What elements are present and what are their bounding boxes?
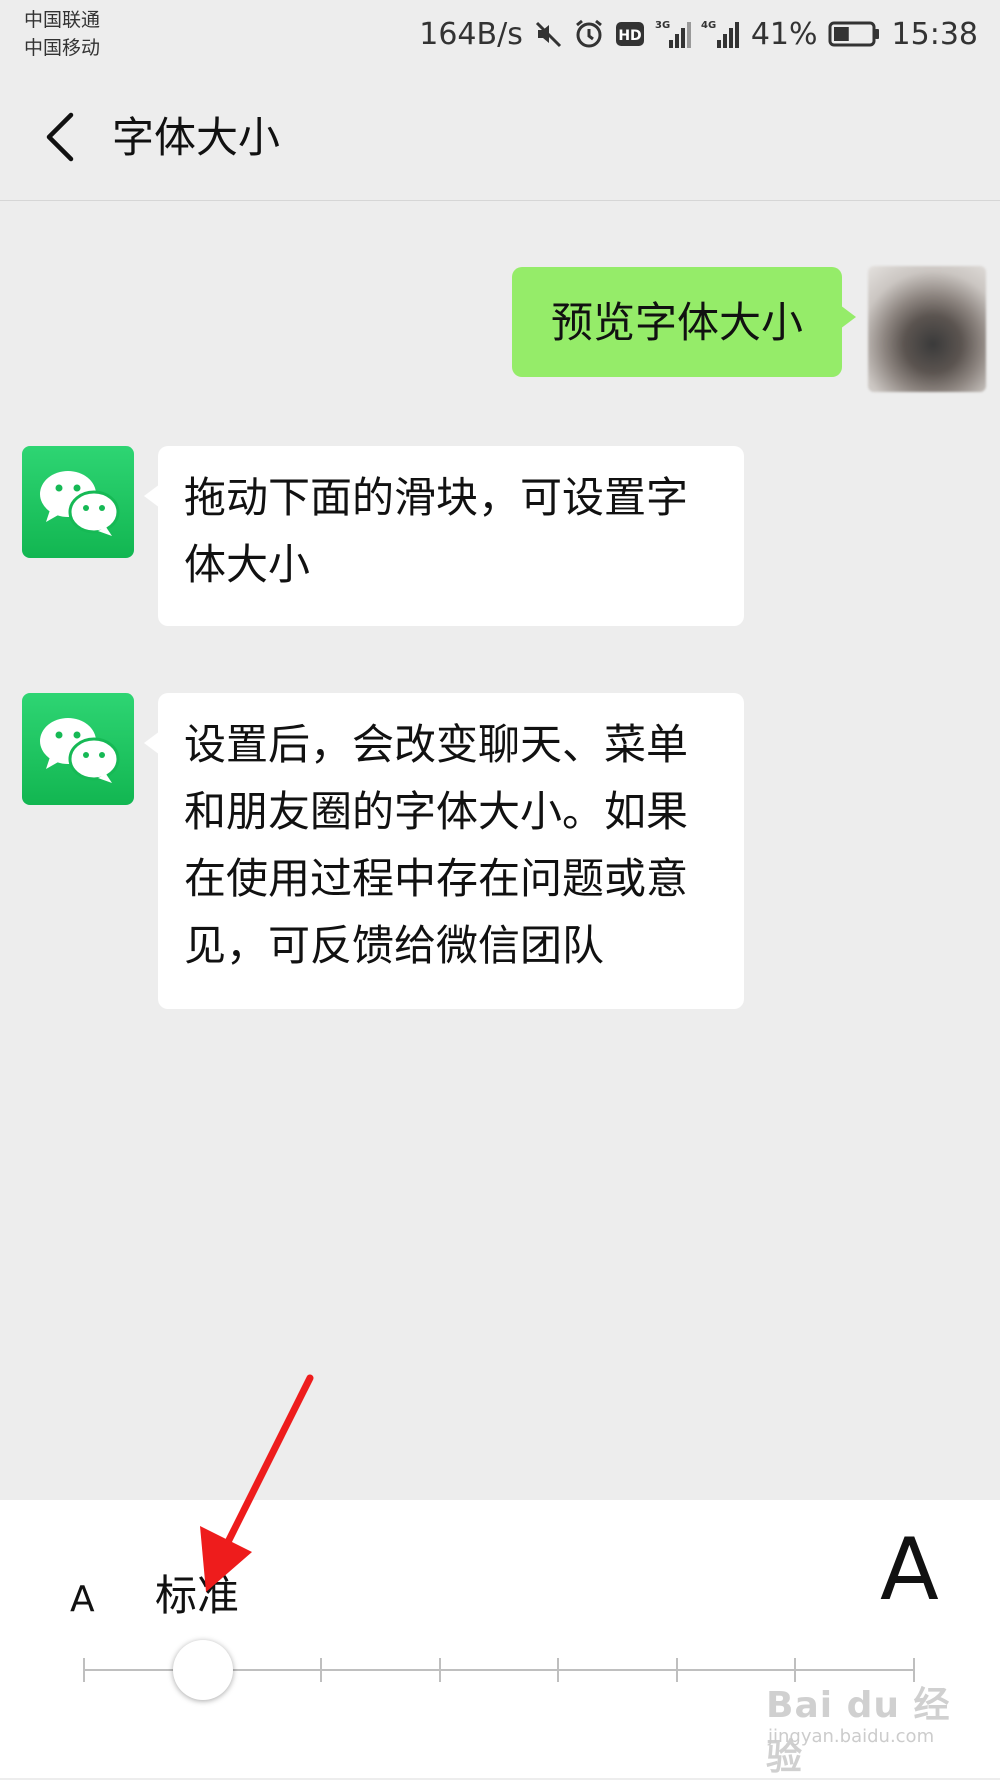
net-speed: 164B/s [419,16,523,52]
message-text: 预览字体大小 [550,297,803,347]
page-title: 字体大小 [112,113,281,162]
slider-tick[interactable] [320,1658,323,1682]
wechat-logo-icon [40,718,120,783]
message-text: 设置后，会改变聊天、菜单和朋友圈的字体大小。如果在使用过程中存在问题或意见，可反… [184,720,689,970]
mute-icon [533,19,563,49]
wechat-message-bubble: 设置后，会改变聊天、菜单和朋友圈的字体大小。如果在使用过程中存在问题或意见，可反… [144,693,744,1009]
wechat-logo-icon [40,471,120,536]
status-icons: 164B/s HD 3G 4G 41% 15:38 [419,14,978,54]
back-button[interactable] [30,102,90,172]
large-font-label: A [880,1520,939,1620]
small-font-label: A [70,1579,95,1620]
slider-tick[interactable] [438,1658,441,1682]
my-message-bubble: 预览字体大小 [512,267,856,377]
current-level-label: 标准 [155,1571,240,1620]
baidu-jingyan-watermark: Bai du 经验 jingyan.baidu.com [766,1676,956,1778]
signal-2-label: 4G [701,20,716,31]
signal-1-label: 3G [655,20,670,31]
hd-label: HD [618,28,641,44]
signal-3g-icon: 3G [655,18,691,50]
wechat-message-bubble: 拖动下面的滑块，可设置字体大小 [144,446,744,626]
slider-tick[interactable] [675,1658,678,1682]
alarm-icon [573,18,605,50]
clock-time: 15:38 [891,16,978,52]
nav-bar: 字体大小 [0,72,1000,201]
wechat-avatar[interactable] [22,446,134,558]
battery-percent: 41% [750,16,818,52]
slider-thumb[interactable] [172,1640,233,1700]
battery-icon [828,20,882,48]
slider-tick[interactable] [557,1658,560,1682]
hd-icon: HD [615,20,645,48]
carrier-1: 中国联通 [24,9,101,31]
carrier-info: 中国联通 中国移动 [24,6,100,62]
chevron-left-icon [46,112,74,162]
message-text: 拖动下面的滑块，可设置字体大小 [184,473,689,589]
carrier-2: 中国移动 [24,37,101,59]
my-avatar[interactable] [868,266,986,392]
slider-tick[interactable] [83,1658,85,1682]
signal-4g-icon: 4G [701,18,741,50]
wechat-avatar[interactable] [22,693,134,805]
status-bar: 中国联通 中国移动 164B/s HD 3G 4G 41% 15:38 [0,0,1000,72]
watermark-site: jingyan.baidu.com [768,1726,935,1747]
